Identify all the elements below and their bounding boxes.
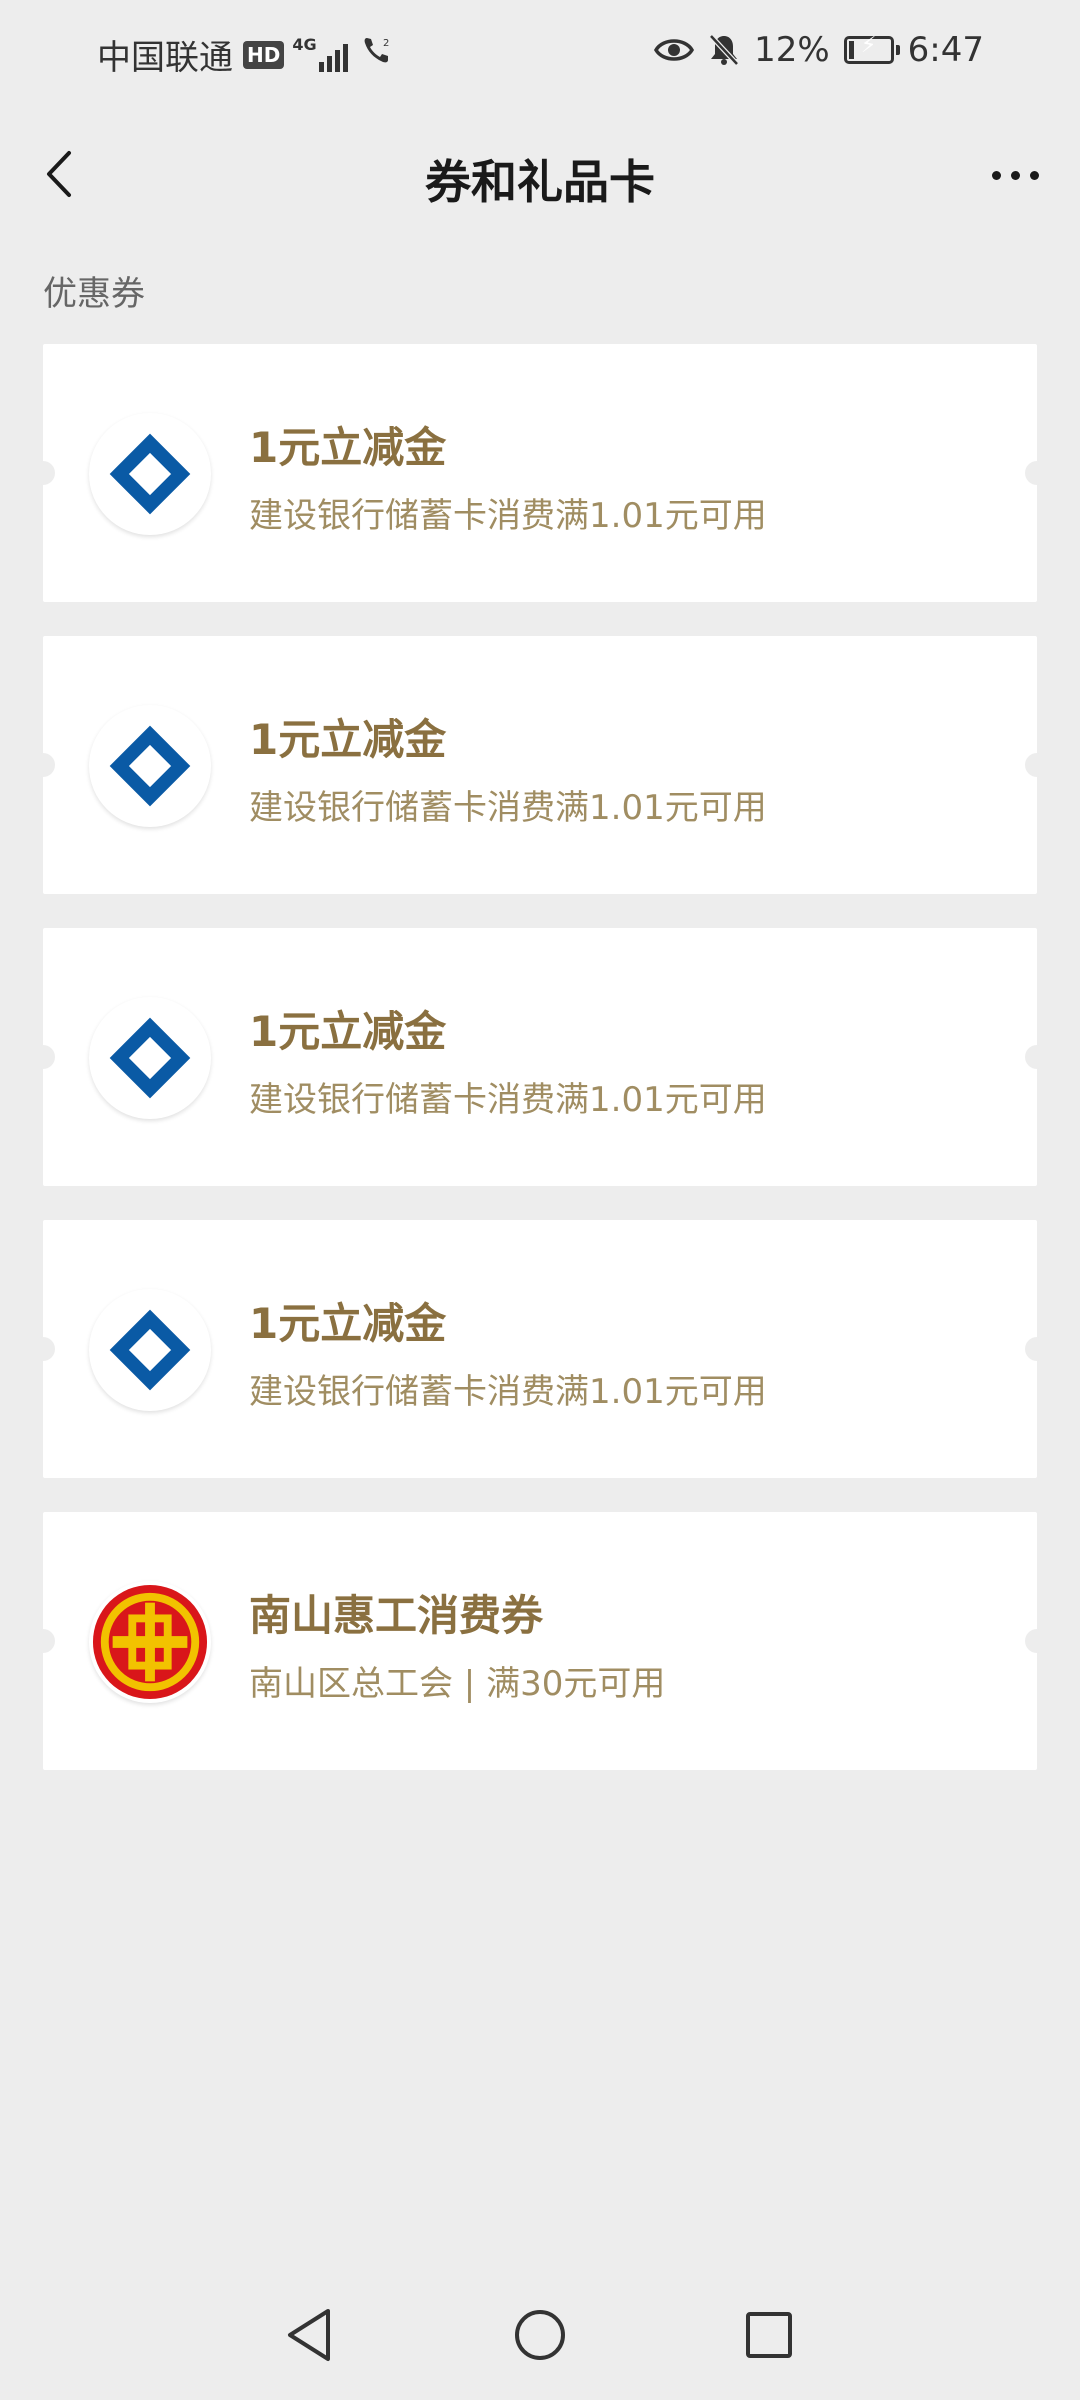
- battery-charging-icon: ⚡: [843, 33, 900, 64]
- status-bar: 中国联通 HD 4G 2 12% ⚡ 6:47: [0, 0, 1080, 110]
- coupon-title: 1元立减金: [249, 715, 447, 764]
- system-recents-button[interactable]: [734, 2300, 804, 2370]
- coupons-screen: 中国联通 HD 4G 2 12% ⚡ 6:47 券和礼品卡 优惠券 1元立减金 …: [0, 0, 1080, 2400]
- svg-text:2: 2: [383, 38, 389, 49]
- system-home-button[interactable]: [505, 2300, 575, 2370]
- triangle-back-icon: [288, 2309, 330, 2361]
- coupon-desc: 建设银行储蓄卡消费满1.01元可用: [249, 788, 767, 828]
- eye-icon: [654, 35, 695, 65]
- section-label: 优惠券: [43, 274, 145, 314]
- carrier-name: 中国联通: [97, 38, 233, 78]
- coupon-title: 1元立减金: [249, 1299, 447, 1348]
- square-recents-icon: [746, 2312, 792, 2358]
- clock: 6:47: [907, 30, 984, 70]
- system-back-button[interactable]: [274, 2300, 344, 2370]
- trade-union-logo-icon: [89, 1581, 211, 1703]
- coupon-desc: 南山区总工会 | 满30元可用: [249, 1664, 666, 1704]
- page-title: 券和礼品卡: [425, 155, 655, 209]
- bell-off-icon: [708, 33, 740, 67]
- coupon-card[interactable]: 1元立减金 建设银行储蓄卡消费满1.01元可用: [31, 636, 1049, 894]
- call-wifi-icon: 2: [361, 34, 393, 75]
- battery-percent: 12%: [754, 30, 830, 70]
- coupon-card[interactable]: 1元立减金 建设银行储蓄卡消费满1.01元可用: [31, 344, 1049, 602]
- coupon-card[interactable]: 1元立减金 建设银行储蓄卡消费满1.01元可用: [31, 928, 1049, 1186]
- coupon-desc: 建设银行储蓄卡消费满1.01元可用: [249, 1372, 767, 1412]
- ccb-logo-icon: [89, 1289, 211, 1411]
- coupon-card[interactable]: 南山惠工消费券 南山区总工会 | 满30元可用: [31, 1512, 1049, 1770]
- status-left: 中国联通 HD 4G 2: [97, 30, 393, 79]
- coupon-title: 1元立减金: [249, 1007, 447, 1056]
- coupon-list: 1元立减金 建设银行储蓄卡消费满1.01元可用 1元立减金 建设银行储蓄卡消费满…: [31, 344, 1049, 1804]
- ccb-logo-icon: [89, 997, 211, 1119]
- more-button[interactable]: [980, 150, 1050, 200]
- ccb-logo-icon: [89, 705, 211, 827]
- coupon-desc: 建设银行储蓄卡消费满1.01元可用: [249, 496, 767, 536]
- status-right: 12% ⚡ 6:47: [640, 30, 984, 70]
- signal-icon: [318, 38, 351, 72]
- coupon-title: 南山惠工消费券: [249, 1591, 544, 1640]
- nav-bar: 券和礼品卡: [0, 110, 1080, 240]
- network-type: 4G: [292, 34, 317, 54]
- coupon-desc: 建设银行储蓄卡消费满1.01元可用: [249, 1080, 767, 1120]
- coupon-title: 1元立减金: [249, 423, 447, 472]
- ccb-logo-icon: [89, 413, 211, 535]
- more-dots-icon: [991, 170, 1001, 180]
- system-nav-bar: [0, 2270, 1080, 2400]
- coupon-card[interactable]: 1元立减金 建设银行储蓄卡消费满1.01元可用: [31, 1220, 1049, 1478]
- hd-badge: HD: [243, 40, 285, 69]
- circle-home-icon: [515, 2310, 565, 2360]
